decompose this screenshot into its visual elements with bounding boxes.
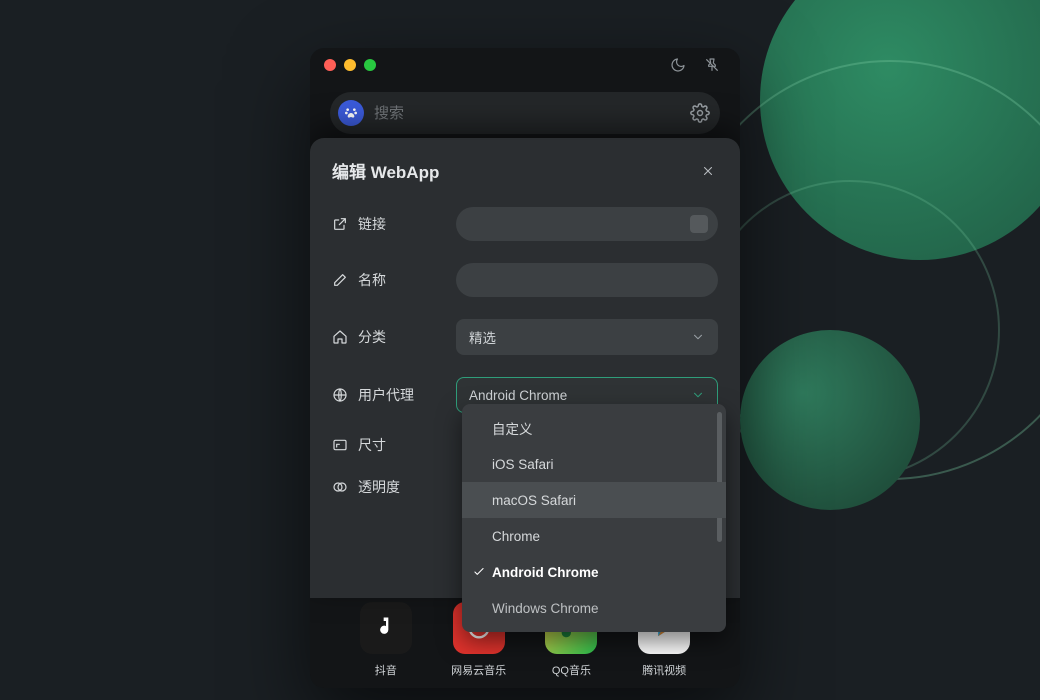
paw-icon <box>343 105 359 121</box>
favicon-placeholder <box>690 215 708 233</box>
option-label: Chrome <box>492 529 540 544</box>
app-label: 网易云音乐 <box>451 662 506 678</box>
edit-icon <box>332 272 348 288</box>
edit-webapp-dialog: 编辑 WebApp 链接 名称 <box>310 138 740 598</box>
opacity-icon <box>332 479 348 495</box>
music-note-icon <box>372 614 400 642</box>
option-label: iOS Safari <box>492 457 554 472</box>
opacity-label-text: 透明度 <box>358 477 400 497</box>
globe-icon <box>332 387 348 403</box>
dropdown-option[interactable]: iOS Safari <box>462 446 726 482</box>
option-label: 自定义 <box>492 418 533 438</box>
dropdown-option[interactable]: 自定义 <box>462 410 726 446</box>
bg-decoration <box>740 330 920 510</box>
dropdown-option[interactable]: macOS Safari <box>462 482 726 518</box>
dialog-title: 编辑 WebApp <box>332 158 439 183</box>
gear-icon <box>690 103 710 123</box>
minimize-window-button[interactable] <box>344 59 356 71</box>
row-label: 名称 <box>332 270 442 290</box>
category-label-text: 分类 <box>358 327 386 347</box>
theme-toggle-button[interactable] <box>664 53 692 77</box>
pin-toggle-button[interactable] <box>698 53 726 77</box>
search-engine-badge[interactable] <box>338 100 364 126</box>
option-label: Windows Chrome <box>492 601 599 616</box>
chevron-down-icon <box>691 388 705 402</box>
row-label: 尺寸 <box>332 435 442 455</box>
link-label-text: 链接 <box>358 214 386 234</box>
category-value: 精选 <box>469 327 496 347</box>
app-label: 腾讯视频 <box>642 662 686 678</box>
category-select[interactable]: 精选 <box>456 319 718 355</box>
useragent-value: Android Chrome <box>469 388 567 403</box>
useragent-dropdown: 自定义 iOS Safari macOS Safari Chrome Andro… <box>462 404 726 632</box>
close-icon <box>701 164 715 178</box>
titlebar <box>310 48 740 82</box>
row-name: 名称 <box>332 263 718 297</box>
moon-icon <box>670 57 686 73</box>
name-input[interactable] <box>456 263 718 297</box>
row-label: 分类 <box>332 327 442 347</box>
chevron-down-icon <box>691 330 705 344</box>
dialog-close-button[interactable] <box>698 161 718 181</box>
row-label: 透明度 <box>332 477 442 497</box>
option-label: Android Chrome <box>492 565 599 580</box>
external-link-icon <box>332 216 348 232</box>
searchbar-container <box>310 82 740 140</box>
useragent-label-text: 用户代理 <box>358 385 414 405</box>
app-item-douyin[interactable]: 抖音 <box>351 602 421 678</box>
search-input[interactable] <box>374 105 680 122</box>
app-label: QQ音乐 <box>552 662 591 678</box>
pin-off-icon <box>704 57 720 73</box>
name-label-text: 名称 <box>358 270 386 290</box>
row-link: 链接 <box>332 207 718 241</box>
link-input[interactable] <box>456 207 718 241</box>
maximize-window-button[interactable] <box>364 59 376 71</box>
row-label: 用户代理 <box>332 385 442 405</box>
close-window-button[interactable] <box>324 59 336 71</box>
settings-button[interactable] <box>690 103 710 123</box>
dropdown-option[interactable]: Chrome <box>462 518 726 554</box>
size-label-text: 尺寸 <box>358 435 386 455</box>
aspect-ratio-icon <box>332 437 348 453</box>
tag-icon <box>332 329 348 345</box>
dropdown-option[interactable]: Windows Chrome <box>462 590 726 626</box>
row-category: 分类 精选 <box>332 319 718 355</box>
check-icon <box>472 565 486 579</box>
searchbar[interactable] <box>330 92 720 134</box>
app-window: 抖音 网易云音乐 QQ音乐 腾讯视频 编辑 WebApp <box>310 48 740 688</box>
window-controls <box>324 59 376 71</box>
option-label: macOS Safari <box>492 493 576 508</box>
row-label: 链接 <box>332 214 442 234</box>
app-label: 抖音 <box>375 662 397 678</box>
app-icon <box>360 602 412 654</box>
dropdown-option[interactable]: Android Chrome <box>462 554 726 590</box>
